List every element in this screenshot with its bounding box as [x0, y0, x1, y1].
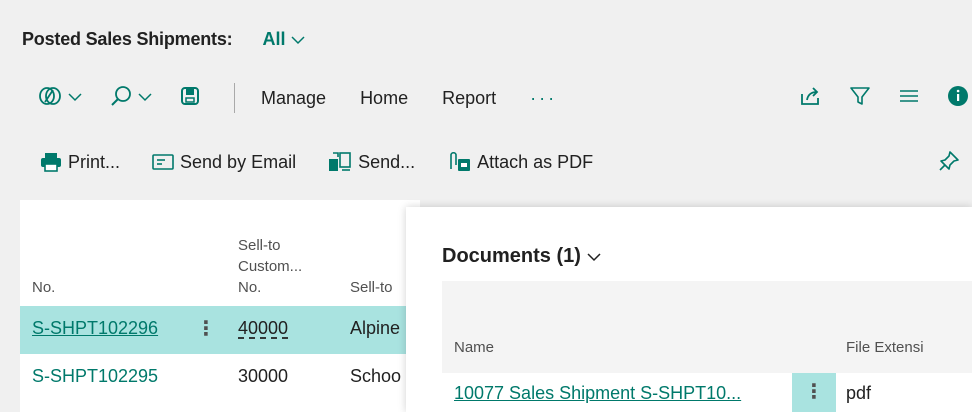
shipments-list: No. Sell-to Custom... No. Sell-to S-SHPT…: [20, 200, 420, 412]
factbox-title-toggle[interactable]: Documents (1): [442, 245, 601, 268]
customer-no-cell[interactable]: 40000: [238, 318, 288, 339]
factbox-title: Documents (1): [442, 245, 581, 267]
chevron-down-icon: [138, 89, 152, 107]
title-row: Posted Sales Shipments: All: [22, 22, 306, 56]
search-button[interactable]: [110, 78, 152, 118]
customer-no-cell: 30000: [238, 366, 289, 386]
document-row-actions-button[interactable]: ⋮: [792, 373, 836, 412]
menu-manage[interactable]: Manage: [261, 88, 326, 109]
menu-report[interactable]: Report: [442, 88, 496, 109]
list-header: No. Sell-to Custom... No. Sell-to: [20, 200, 420, 304]
send-document-icon: [328, 151, 352, 173]
chevron-down-icon: [587, 245, 601, 268]
column-header-line: Custom...: [238, 258, 303, 275]
view-filter-label: All: [262, 28, 286, 49]
send-button[interactable]: Send...: [328, 151, 415, 173]
pin-icon: [938, 151, 960, 176]
column-header-name[interactable]: Name: [454, 339, 494, 356]
menu-home[interactable]: Home: [360, 88, 408, 109]
pin-action-bar-button[interactable]: [938, 150, 960, 177]
printer-icon: [40, 152, 62, 172]
row-actions-button[interactable]: ⋮: [196, 316, 216, 341]
list-view-icon: [900, 88, 918, 109]
analysis-mode-button[interactable]: [38, 78, 82, 118]
more-options-button[interactable]: ···: [530, 88, 557, 109]
email-icon: [152, 154, 174, 170]
table-row[interactable]: S-SHPT102295 30000 Schoo: [20, 354, 420, 402]
column-header-sell-to-name[interactable]: Sell-to: [350, 277, 393, 298]
table-row[interactable]: S-SHPT102296 ⋮ 40000 Alpine: [20, 306, 420, 354]
shipment-no-link[interactable]: S-SHPT102295: [32, 366, 158, 387]
chevron-down-icon: [291, 29, 306, 50]
attach-pdf-icon: [447, 151, 471, 173]
column-header-line: Sell-to: [238, 237, 281, 254]
info-button[interactable]: [948, 85, 968, 111]
shipment-no-link[interactable]: S-SHPT102296: [32, 318, 158, 339]
customer-name-cell: Schoo: [350, 366, 402, 386]
share-icon: [800, 86, 820, 111]
documents-list: Name File Extensi 10077 Sales Shipment S…: [442, 281, 972, 412]
column-header-sell-to-customer-no[interactable]: Sell-to Custom... No.: [238, 235, 302, 298]
page-header: Posted Sales Shipments: All Manage Home …: [0, 0, 972, 200]
filter-button[interactable]: [850, 86, 870, 111]
action-bar: Print... Send by Email Send... Attach as…: [40, 142, 968, 182]
view-filter-dropdown[interactable]: All: [262, 28, 306, 50]
toolbar-right: [770, 78, 968, 118]
send-by-email-label: Send by Email: [180, 151, 297, 172]
send-label: Send...: [358, 151, 416, 172]
command-bar: Manage Home Report ···: [38, 78, 968, 118]
list-view-button[interactable]: [900, 88, 918, 109]
edit-list-button[interactable]: [180, 78, 200, 118]
bookmark-icon: [180, 86, 200, 111]
column-header-file-extension[interactable]: File Extensi: [846, 339, 924, 356]
customer-name-cell: Alpine: [350, 318, 401, 338]
file-extension-cell: pdf: [846, 383, 872, 403]
search-icon: [110, 85, 132, 112]
attach-as-pdf-label: Attach as PDF: [477, 151, 594, 172]
chevron-down-icon: [68, 89, 82, 107]
analysis-mode-icon: [38, 85, 62, 112]
info-icon: [948, 85, 968, 111]
share-button[interactable]: [800, 86, 820, 111]
document-name-link[interactable]: 10077 Sales Shipment S-SHPT10...: [454, 383, 741, 404]
document-row[interactable]: 10077 Sales Shipment S-SHPT10... ⋮ pdf: [442, 373, 972, 412]
print-label: Print...: [68, 151, 121, 172]
print-button[interactable]: Print...: [40, 152, 120, 173]
column-header-no[interactable]: No.: [32, 277, 55, 298]
toolbar-divider: [234, 83, 235, 113]
send-by-email-button[interactable]: Send by Email: [152, 152, 296, 173]
column-header-line: No.: [238, 279, 262, 296]
filter-icon: [850, 86, 870, 111]
page-title: Posted Sales Shipments:: [22, 28, 233, 49]
documents-factbox: Documents (1) Name File Extensi 10077 Sa…: [406, 207, 972, 412]
attach-as-pdf-button[interactable]: Attach as PDF: [447, 151, 593, 173]
